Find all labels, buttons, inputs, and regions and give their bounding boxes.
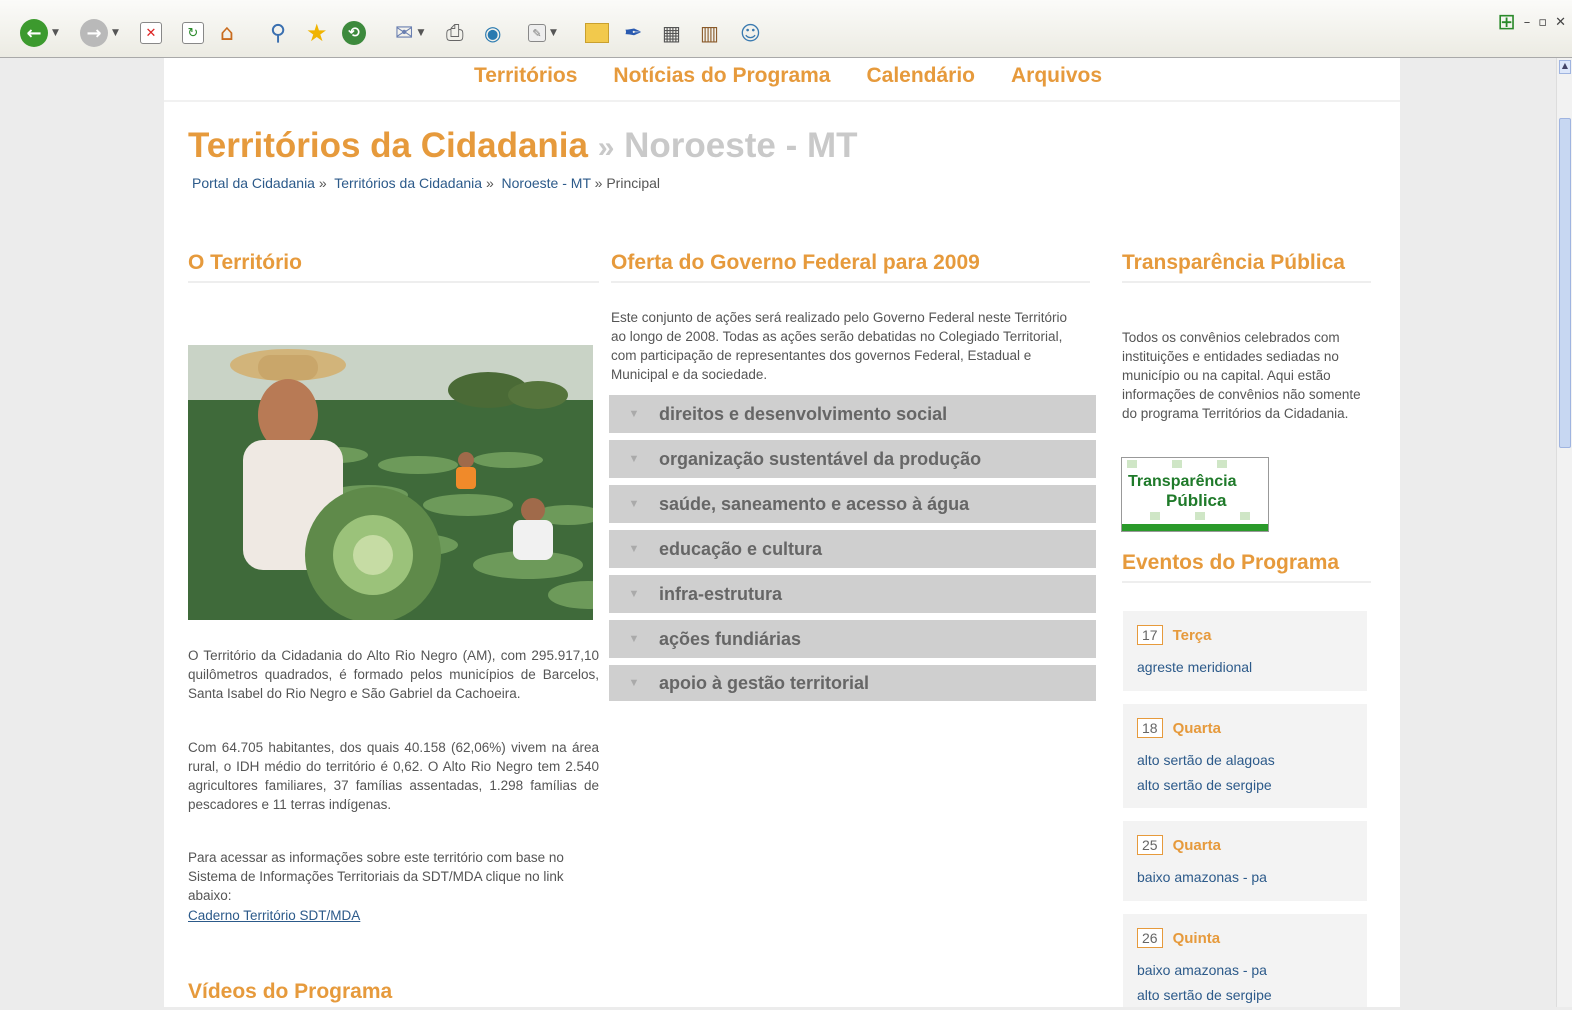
breadcrumb: Portal da Cidadania » Territórios da Cid… (192, 175, 661, 191)
farmers-photo (188, 345, 593, 620)
nav-noticias[interactable]: Notícias do Programa (613, 64, 830, 100)
event-day: Quinta (1172, 929, 1221, 947)
event-date-number: 25 (1137, 835, 1163, 855)
accordion-item-gestao[interactable]: ▼ apoio à gestão territorial (609, 665, 1096, 701)
territorio-paragraph-2: Com 64.705 habitantes, dos quais 40.158 … (188, 740, 599, 812)
accordion-item-educacao[interactable]: ▼ educação e cultura (609, 530, 1096, 568)
eventos-heading: Eventos do Programa (1122, 551, 1371, 583)
research-icon[interactable]: ▦ (662, 18, 681, 48)
windows-logo-icon: ⊞ (1497, 10, 1516, 35)
stop-icon[interactable]: ✕ (140, 18, 162, 48)
logo-line-2: Pública (1166, 491, 1227, 510)
scrollbar-thumb[interactable] (1559, 118, 1571, 448)
accordion-item-infraestrutura[interactable]: ▼ infra-estrutura (609, 575, 1096, 613)
event-date-number: 17 (1137, 625, 1163, 645)
oferta-intro: Este conjunto de ações será realizado pe… (611, 310, 1068, 382)
event-day: Terça (1172, 626, 1212, 644)
restore-icon[interactable]: ▫ (1538, 15, 1547, 30)
accordion-item-saude[interactable]: ▼ saúde, saneamento e acesso à água (609, 485, 1096, 523)
accordion-item-fundiarias[interactable]: ▼ ações fundiárias (609, 620, 1096, 658)
pen-icon[interactable]: ✒ (624, 18, 642, 48)
videos-heading: Vídeos do Programa (188, 980, 393, 1003)
event-link[interactable]: alto sertão de sergipe (1137, 773, 1353, 798)
event-date-number: 18 (1137, 718, 1163, 738)
event-date-number: 26 (1137, 928, 1163, 948)
breadcrumb-territorios[interactable]: Territórios da Cidadania (334, 175, 482, 191)
breadcrumb-portal[interactable]: Portal da Cidadania (192, 175, 315, 191)
refresh-icon[interactable]: ↻ (182, 18, 204, 48)
chevron-down-icon: ▼ (628, 543, 640, 555)
event-card: 18 Quarta alto sertão de alagoas alto ser… (1123, 704, 1367, 808)
event-day: Quarta (1172, 719, 1221, 737)
chevron-down-icon: ▼ (628, 498, 640, 510)
chevron-down-icon: ▼ (628, 408, 640, 420)
browser-toolbar: ← ▼ → ▼ ✕ ↻ ⌂ ⚲ ★ ⟲ ✉ ▼ ⎙ ◉ ✎ ▼ ✒ ▦ ▥ ☺ ⊞ – … (0, 0, 1572, 58)
chevron-down-icon: ▼ (628, 588, 640, 600)
transparencia-text: Todos os convênios celebrados com instit… (1122, 330, 1361, 421)
oferta-heading: Oferta do Governo Federal para 2009 (611, 251, 1090, 283)
scroll-up-icon[interactable]: ▲ (1559, 60, 1571, 74)
search-icon[interactable]: ⚲ (270, 18, 286, 48)
transparencia-logo[interactable]: Transparência Pública (1121, 457, 1269, 532)
top-navigation: Territórios Notícias do Programa Calendá… (164, 58, 1400, 102)
accordion-item-direitos[interactable]: ▼ direitos e desenvolvimento social (609, 395, 1096, 433)
back-icon[interactable]: ← ▼ (20, 18, 59, 48)
chevron-down-icon: ▼ (628, 633, 640, 645)
messenger-icon[interactable]: ◉ (484, 18, 501, 48)
event-card: 26 Quinta baixo amazonas - pa alto sertão… (1123, 914, 1367, 1007)
minimize-icon[interactable]: – (1524, 15, 1531, 30)
chevron-down-icon: ▼ (628, 677, 640, 689)
close-icon[interactable]: ✕ (1555, 15, 1566, 30)
title-sub: Noroeste - MT (624, 126, 858, 165)
accordion-item-organizacao[interactable]: ▼ organização sustentável da produção (609, 440, 1096, 478)
event-day: Quarta (1172, 836, 1221, 854)
favorites-star-icon[interactable]: ★ (306, 18, 328, 48)
event-link[interactable]: alto sertão de sergipe (1137, 983, 1353, 1008)
event-link[interactable]: baixo amazonas - pa (1137, 958, 1353, 983)
event-card: 17 Terça agreste meridional (1123, 611, 1367, 691)
transparencia-heading: Transparência Pública (1122, 251, 1371, 283)
territorio-heading: O Território (188, 251, 599, 283)
nav-calendario[interactable]: Calendário (866, 64, 975, 100)
folder-icon[interactable] (585, 18, 609, 48)
books-icon[interactable]: ▥ (700, 18, 719, 48)
logo-line-1: Transparência (1128, 473, 1237, 490)
event-link[interactable]: baixo amazonas - pa (1137, 865, 1353, 890)
print-icon[interactable]: ⎙ (446, 18, 464, 48)
nav-arquivos[interactable]: Arquivos (1011, 64, 1102, 100)
page-title: Territórios da Cidadania » Noroeste - MT (188, 126, 858, 166)
users-icon[interactable]: ☺ (740, 18, 761, 48)
web-page: Territórios Notícias do Programa Calendá… (164, 58, 1400, 1007)
title-separator: » (597, 131, 615, 164)
event-link[interactable]: alto sertão de alagoas (1137, 748, 1353, 773)
event-link[interactable]: agreste meridional (1137, 655, 1353, 680)
edit-icon[interactable]: ✎ ▼ (528, 18, 557, 48)
nav-territorios[interactable]: Territórios (474, 64, 577, 100)
chevron-down-icon: ▼ (628, 453, 640, 465)
territorio-paragraph-3: Para acessar as informações sobre este t… (188, 850, 564, 903)
home-icon[interactable]: ⌂ (220, 18, 234, 48)
history-icon[interactable]: ⟲ (342, 18, 366, 48)
caderno-link[interactable]: Caderno Território SDT/MDA (188, 906, 360, 925)
forward-icon[interactable]: → ▼ (80, 18, 119, 48)
territorio-paragraph-1: O Território da Cidadania do Alto Rio Ne… (188, 648, 599, 701)
breadcrumb-current: Principal (606, 175, 661, 191)
vertical-scrollbar[interactable]: ▲ (1556, 58, 1572, 1007)
event-card: 25 Quarta baixo amazonas - pa (1123, 821, 1367, 901)
mail-icon[interactable]: ✉ ▼ (395, 18, 424, 48)
window-controls: ⊞ – ▫ ✕ (1497, 10, 1566, 35)
breadcrumb-noroeste[interactable]: Noroeste - MT (502, 175, 591, 191)
title-main: Territórios da Cidadania (188, 126, 588, 165)
